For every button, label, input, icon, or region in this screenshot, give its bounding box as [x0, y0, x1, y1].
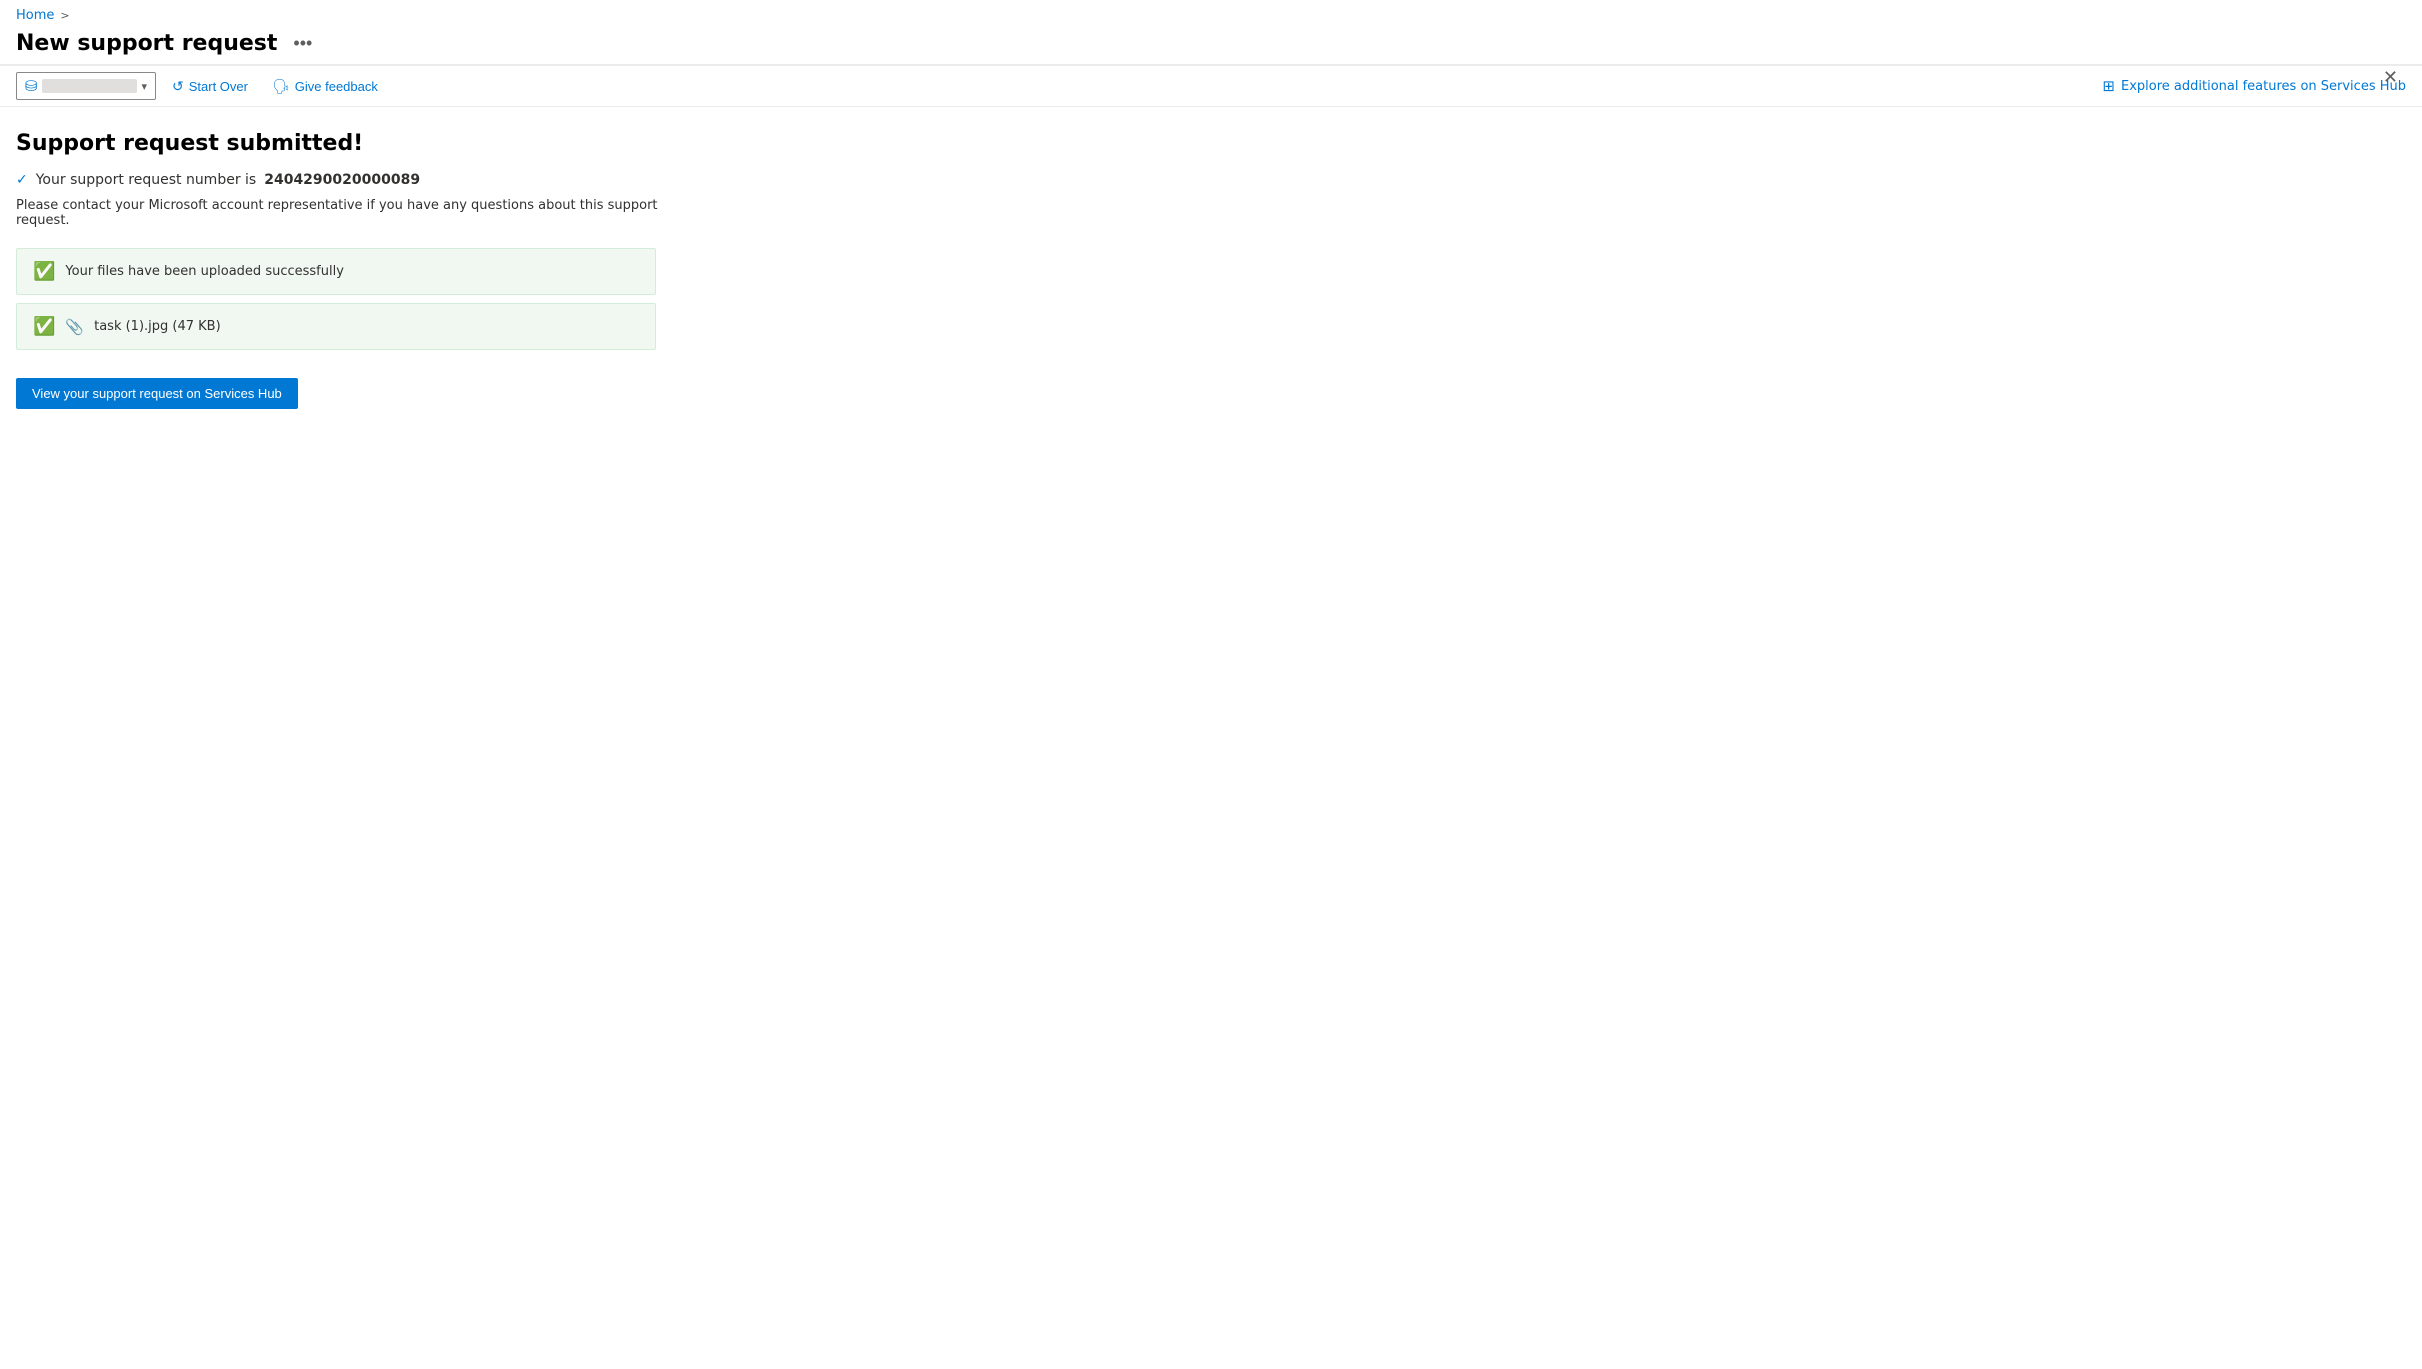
file-attachment-icon: 📎 [65, 318, 84, 336]
start-over-button[interactable]: ↺ Start Over [164, 73, 256, 100]
explore-services-hub-link[interactable]: ⊞ Explore additional features on Service… [2102, 77, 2406, 95]
upload-file-card: ✅ 📎 task (1).jpg (47 KB) [16, 303, 656, 350]
toolbar-left: ⛁ ▾ ↺ Start Over 🗣 Give feedback [16, 72, 386, 100]
checkmark-icon: ✓ [16, 172, 28, 188]
subscription-text-placeholder [42, 79, 138, 93]
feedback-icon: 🗣 [272, 78, 290, 95]
upload-success-icon: ✅ [33, 261, 55, 282]
page-header: New support request ••• ✕ [0, 27, 2422, 64]
subscription-selector[interactable]: ⛁ ▾ [16, 72, 156, 100]
request-number-prefix: Your support request number is [36, 172, 256, 188]
close-button[interactable]: ✕ [2375, 63, 2406, 92]
start-over-icon: ↺ [172, 78, 184, 95]
view-support-request-button[interactable]: View your support request on Services Hu… [16, 378, 298, 409]
contact-text: Please contact your Microsoft account re… [16, 198, 684, 228]
page-title: New support request [16, 31, 277, 56]
breadcrumb: Home > [0, 0, 2422, 27]
more-options-button[interactable]: ••• [287, 31, 318, 56]
toolbar: ⛁ ▾ ↺ Start Over 🗣 Give feedback ⊞ Explo… [0, 65, 2422, 107]
start-over-label: Start Over [189, 79, 248, 94]
breadcrumb-separator: > [60, 9, 69, 22]
give-feedback-label: Give feedback [295, 79, 378, 94]
file-success-icon: ✅ [33, 316, 55, 337]
file-name-text: task (1).jpg (47 KB) [94, 319, 221, 334]
request-number-row: ✓ Your support request number is 2404290… [16, 172, 684, 188]
chevron-down-icon: ▾ [141, 80, 147, 93]
request-number: 2404290020000089 [264, 172, 420, 188]
give-feedback-button[interactable]: 🗣 Give feedback [264, 73, 386, 100]
subscription-icon: ⛁ [25, 77, 38, 95]
explore-label: Explore additional features on Services … [2121, 79, 2406, 94]
breadcrumb-home-link[interactable]: Home [16, 8, 54, 23]
explore-icon: ⊞ [2102, 77, 2115, 95]
success-heading: Support request submitted! [16, 131, 684, 156]
upload-success-card: ✅ Your files have been uploaded successf… [16, 248, 656, 295]
main-content: Support request submitted! ✓ Your suppor… [0, 107, 700, 433]
upload-success-text: Your files have been uploaded successful… [65, 264, 343, 279]
